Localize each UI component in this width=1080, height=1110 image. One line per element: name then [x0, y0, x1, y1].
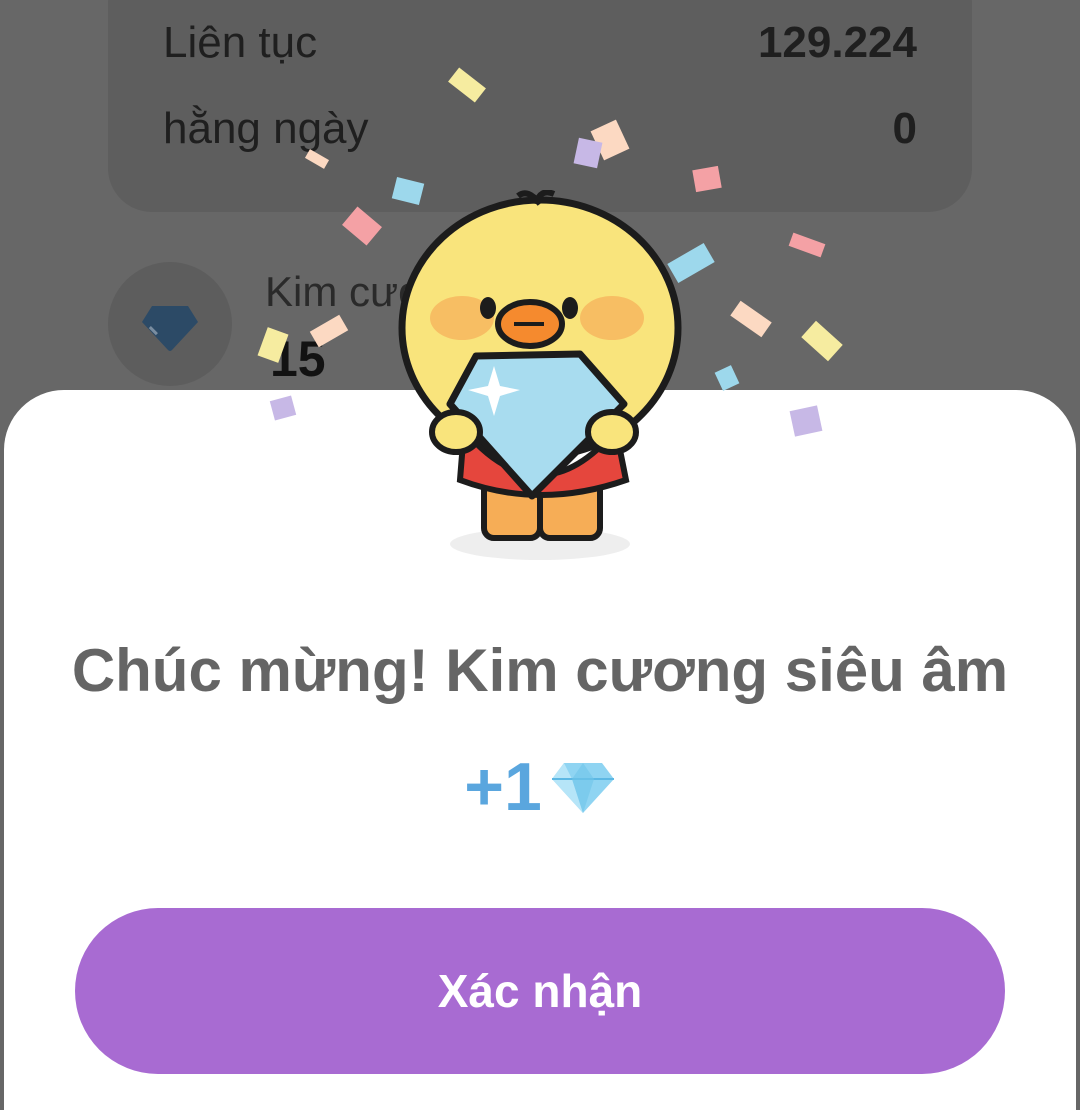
consecutive-row: Liên tục 129.224 — [163, 18, 917, 68]
owned-diamond-badge — [108, 262, 232, 386]
consecutive-value: 129.224 — [757, 18, 917, 67]
consecutive-label: Liên tục — [163, 18, 318, 67]
confirm-button[interactable]: Xác nhận — [75, 908, 1005, 1074]
diamond-icon — [551, 763, 614, 813]
owned-diamonds-value: 15 — [270, 331, 326, 387]
diamond-icon — [142, 306, 198, 351]
reward-amount: +1 — [464, 749, 542, 825]
duck-mascot — [398, 190, 682, 560]
reward-row: +1 — [0, 748, 1080, 826]
congrats-title: Chúc mừng! Kim cương siêu âm — [71, 637, 1009, 704]
daily-value: 0 — [892, 104, 917, 153]
daily-label: hằng ngày — [163, 104, 369, 153]
daily-row: hằng ngày 0 — [163, 104, 917, 154]
stats-card: Liên tục 129.224 hằng ngày 0 — [108, 0, 972, 212]
